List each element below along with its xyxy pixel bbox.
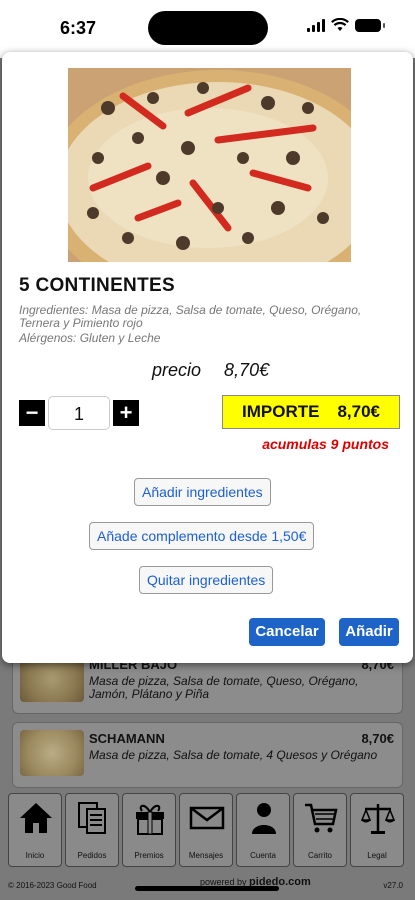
total-amount-box: IMPORTE 8,70€ [222,395,400,429]
decrease-button[interactable]: − [19,400,45,426]
tab-label: Cuenta [250,851,276,860]
status-bar: 6:37 [0,0,415,58]
cancel-button[interactable]: Cancelar [249,618,325,646]
product-thumbnail [20,730,84,776]
tab-pedidos[interactable]: Pedidos [65,793,119,867]
product-description: Masa de pizza, Salsa de tomate, Queso, O… [89,674,359,701]
wifi-icon [331,18,349,31]
price-value: 8,70€ [224,360,270,380]
dynamic-island [148,11,268,45]
home-indicator [135,886,279,891]
gift-icon [136,804,164,835]
product-detail-modal: 5 CONTINENTES Ingredientes: Masa de pizz… [2,52,413,663]
cart-icon [305,803,338,833]
bottom-tab-bar: Inicio Pedidos Premios Mensajes Cuenta C… [8,793,408,867]
add-complement-button[interactable]: Añade complemento desde 1,50€ [89,522,315,550]
home-icon [20,803,52,833]
tab-label: Premios [134,851,164,860]
status-icons [307,18,385,32]
tab-premios[interactable]: Premios [122,793,176,867]
product-title: 5 CONTINENTES [19,275,175,296]
product-image [68,68,351,262]
envelope-icon [189,806,225,830]
scales-icon [360,804,396,834]
price-row: precio 8,70€ [152,360,269,381]
product-ingredients: Ingredientes: Masa de pizza, Salsa de to… [19,303,362,330]
tab-label: Legal [367,851,387,860]
tab-label: Inicio [25,851,45,860]
status-time: 6:37 [60,18,97,38]
app-version: v27.0 [383,881,403,890]
tab-label: Mensajes [188,851,224,860]
remove-ingredients-button[interactable]: Quitar ingredientes [139,566,274,594]
tab-carrito[interactable]: Carrito [293,793,347,867]
increase-button[interactable]: + [113,400,139,426]
signal-icon [307,18,325,32]
product-name: SCHAMANN [89,731,165,746]
copyright-text: © 2016-2023 Good Food [8,881,97,890]
add-ingredients-button[interactable]: Añadir ingredientes [134,478,271,506]
points-text: acumulas 9 puntos [262,436,389,452]
importe-value: 8,70€ [337,402,380,421]
add-button[interactable]: Añadir [339,618,399,646]
tab-inicio[interactable]: Inicio [8,793,62,867]
battery-icon [355,18,385,32]
list-item[interactable]: SCHAMANN 8,70€ Masa de pizza, Salsa de t… [12,722,403,788]
product-description: Masa de pizza, Salsa de tomate, 4 Quesos… [89,748,378,762]
tab-label: Carrito [307,851,332,860]
importe-label: IMPORTE [242,402,320,421]
product-allergens: Alérgenos: Gluten y Leche [19,331,161,345]
documents-icon [78,802,106,834]
tab-mensajes[interactable]: Mensajes [179,793,233,867]
price-label: precio [152,360,202,380]
product-price: 8,70€ [361,731,394,746]
tab-label: Pedidos [77,851,107,860]
person-icon [252,803,276,834]
tab-cuenta[interactable]: Cuenta [236,793,290,867]
tab-legal[interactable]: Legal [350,793,404,867]
quantity-input[interactable]: 1 [48,396,110,430]
quantity-stepper: − 1 + [19,396,139,430]
